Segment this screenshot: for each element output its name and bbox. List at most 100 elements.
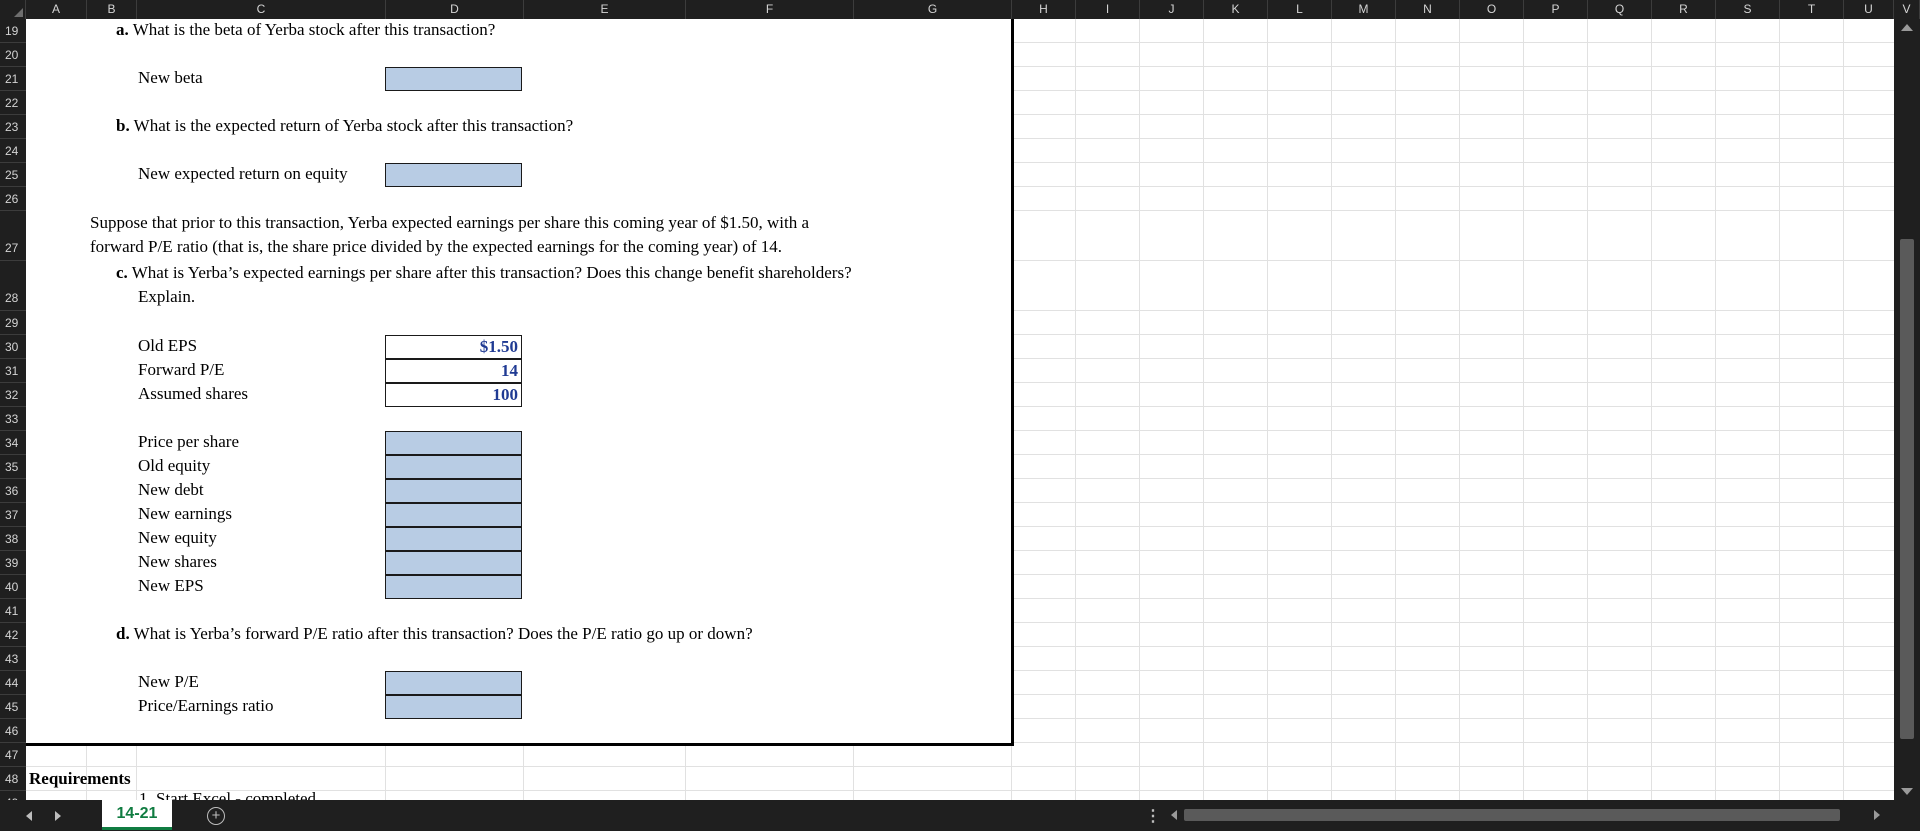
column-header-f[interactable]: F (686, 0, 854, 19)
row-header-35[interactable]: 35 (0, 455, 26, 479)
row-header-45[interactable]: 45 (0, 695, 26, 719)
row-header-24[interactable]: 24 (0, 139, 26, 163)
new-beta-input[interactable] (385, 67, 522, 91)
column-header-l[interactable]: L (1268, 0, 1332, 19)
column-header-v[interactable]: V (1894, 0, 1920, 19)
pe-ratio-input[interactable] (385, 695, 522, 719)
previous-sheet-arrow-icon[interactable] (26, 811, 32, 821)
row-header-38[interactable]: 38 (0, 527, 26, 551)
sheet-grid[interactable]: a. What is the beta of Yerba stock after… (26, 19, 1894, 800)
row-header-19[interactable]: 19 (0, 19, 26, 43)
row-header-21[interactable]: 21 (0, 67, 26, 91)
row-header-26[interactable]: 26 (0, 187, 26, 211)
column-header-i[interactable]: I (1076, 0, 1140, 19)
price-per-share-label: Price per share (138, 432, 240, 451)
row-header-44[interactable]: 44 (0, 671, 26, 695)
row-header-31[interactable]: 31 (0, 359, 26, 383)
problem-panel: a. What is the beta of Yerba stock after… (26, 19, 1014, 746)
old-eps-value[interactable]: $1.50 (385, 335, 522, 359)
column-header-e[interactable]: E (524, 0, 686, 19)
row-header-25[interactable]: 25 (0, 163, 26, 187)
row-header-49[interactable]: 49 (0, 791, 26, 800)
column-header-b[interactable]: B (87, 0, 137, 19)
new-shares-input[interactable] (385, 551, 522, 575)
row-header-47[interactable]: 47 (0, 743, 26, 767)
row-header-32[interactable]: 32 (0, 383, 26, 407)
column-header-o[interactable]: O (1460, 0, 1524, 19)
column-header-j[interactable]: J (1140, 0, 1204, 19)
new-earnings-input[interactable] (385, 503, 522, 527)
column-header-q[interactable]: Q (1588, 0, 1652, 19)
select-all-corner[interactable] (0, 0, 26, 19)
column-header-u[interactable]: U (1844, 0, 1894, 19)
scroll-left-arrow-icon[interactable] (1171, 810, 1177, 820)
grid-col-line (1075, 19, 1076, 800)
grid-col-line (1715, 19, 1716, 800)
column-header-r[interactable]: R (1652, 0, 1716, 19)
scroll-up-arrow-icon[interactable] (1901, 24, 1913, 31)
add-sheet-plus-icon[interactable]: + (207, 807, 225, 825)
grid-col-line (1203, 19, 1204, 800)
column-header-s[interactable]: S (1716, 0, 1780, 19)
column-header-a[interactable]: A (26, 0, 87, 19)
column-header-c[interactable]: C (137, 0, 386, 19)
price-per-share-input[interactable] (385, 431, 522, 455)
scroll-down-arrow-icon[interactable] (1901, 788, 1913, 795)
row-header-29[interactable]: 29 (0, 311, 26, 335)
new-equity-input[interactable] (385, 527, 522, 551)
row-header-41[interactable]: 41 (0, 599, 26, 623)
question-c-text-1: What is Yerba’s expected earnings per sh… (131, 263, 852, 282)
row-header-46[interactable]: 46 (0, 719, 26, 743)
row-header-39[interactable]: 39 (0, 551, 26, 575)
row-header-33[interactable]: 33 (0, 407, 26, 431)
new-pe-label: New P/E (138, 672, 199, 691)
row-header-22[interactable]: 22 (0, 91, 26, 115)
new-earnings-label: New earnings (138, 504, 232, 523)
next-sheet-arrow-icon[interactable] (55, 811, 61, 821)
row-header-23[interactable]: 23 (0, 115, 26, 139)
vertical-scroll-thumb[interactable] (1900, 239, 1914, 739)
column-header-k[interactable]: K (1204, 0, 1268, 19)
column-header-n[interactable]: N (1396, 0, 1460, 19)
row-header-30[interactable]: 30 (0, 335, 26, 359)
column-header-d[interactable]: D (386, 0, 524, 19)
suppose-line-1: Suppose that prior to this transaction, … (90, 213, 810, 232)
row-header-27[interactable]: 27 (0, 211, 26, 261)
row-header-43[interactable]: 43 (0, 647, 26, 671)
assumed-shares-value[interactable]: 100 (385, 383, 522, 407)
grid-col-line (1587, 19, 1588, 800)
column-header-p[interactable]: P (1524, 0, 1588, 19)
column-header-h[interactable]: H (1012, 0, 1076, 19)
grid-col-line (1843, 19, 1844, 800)
row-header-42[interactable]: 42 (0, 623, 26, 647)
new-return-input[interactable] (385, 163, 522, 187)
horizontal-scrollbar[interactable] (1168, 807, 1883, 823)
tab-options-dots-icon[interactable]: ⋮ (1145, 806, 1161, 826)
horizontal-scroll-thumb[interactable] (1184, 809, 1840, 821)
forward-pe-value[interactable]: 14 (385, 359, 522, 383)
column-header-t[interactable]: T (1780, 0, 1844, 19)
column-header-m[interactable]: M (1332, 0, 1396, 19)
new-eps-input[interactable] (385, 575, 522, 599)
new-debt-label: New debt (138, 480, 204, 499)
row-header-40[interactable]: 40 (0, 575, 26, 599)
row-header-20[interactable]: 20 (0, 43, 26, 67)
grid-row-line (26, 766, 1894, 767)
row-header-36[interactable]: 36 (0, 479, 26, 503)
sheet-tab-bar: 14-21 + ⋮ (0, 800, 1920, 831)
row-header-37[interactable]: 37 (0, 503, 26, 527)
new-debt-input[interactable] (385, 479, 522, 503)
row-header-34[interactable]: 34 (0, 431, 26, 455)
pe-ratio-label: Price/Earnings ratio (138, 696, 274, 715)
row-header-48[interactable]: 48 (0, 767, 26, 791)
column-header-g[interactable]: G (854, 0, 1012, 19)
row-header-28[interactable]: 28 (0, 261, 26, 311)
sheet-tab-14-21[interactable]: 14-21 (102, 800, 172, 830)
vertical-scrollbar[interactable] (1894, 19, 1920, 800)
old-equity-input[interactable] (385, 455, 522, 479)
new-return-label: New expected return on equity (138, 164, 348, 183)
grid-col-line (1523, 19, 1524, 800)
grid-col-line (1651, 19, 1652, 800)
new-pe-input[interactable] (385, 671, 522, 695)
scroll-right-arrow-icon[interactable] (1874, 810, 1880, 820)
